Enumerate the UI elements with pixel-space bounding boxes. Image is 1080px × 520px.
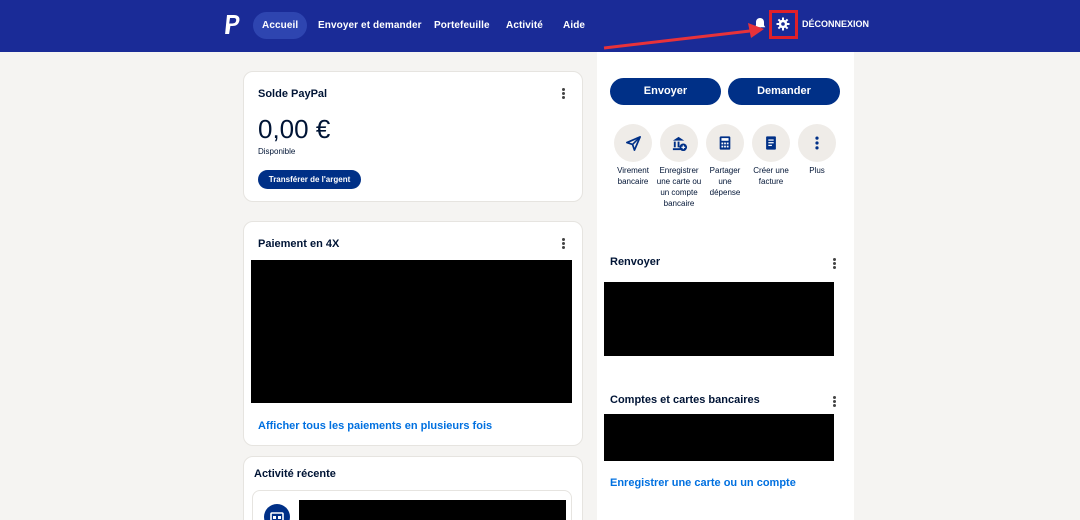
more-icon xyxy=(798,124,836,162)
action-label: Créer une facture xyxy=(753,166,789,186)
action-create-invoice[interactable]: Créer une facture xyxy=(748,124,794,187)
nav-activite[interactable]: Activité xyxy=(506,12,543,39)
card-title: Activité récente xyxy=(254,468,336,480)
invoice-icon xyxy=(752,124,790,162)
action-label: Enregistrer une carte ou un compte banca… xyxy=(656,166,702,208)
balance-amount: 0,00 € xyxy=(258,114,331,144)
action-label: Partager une dépense xyxy=(709,166,741,197)
calculator-icon xyxy=(706,124,744,162)
action-split-expense[interactable]: Partager une dépense xyxy=(702,124,748,198)
annotation-arrow xyxy=(603,23,764,50)
activity-item[interactable] xyxy=(252,490,572,520)
action-label: Plus xyxy=(809,166,825,175)
redacted-content xyxy=(604,282,834,356)
action-add-bank[interactable]: Enregistrer une carte ou un compte banca… xyxy=(656,124,702,209)
action-more[interactable]: Plus xyxy=(794,124,840,176)
card-title: Solde PayPal xyxy=(258,88,328,100)
redacted-content xyxy=(251,260,572,403)
logout-link[interactable]: DÉCONNEXION xyxy=(802,19,869,29)
request-button[interactable]: Demander xyxy=(728,78,840,105)
transfer-money-button[interactable]: Transférer de l'argent xyxy=(258,170,361,189)
resend-title: Renvoyer xyxy=(610,256,661,268)
nav-accueil[interactable]: Accueil xyxy=(253,12,308,39)
more-options-icon[interactable] xyxy=(562,87,565,100)
accounts-title: Comptes et cartes bancaires xyxy=(610,394,760,406)
store-icon xyxy=(264,504,290,520)
nav-envoyer-demander[interactable]: Envoyer et demander xyxy=(318,12,422,39)
nav-aide[interactable]: Aide xyxy=(563,12,585,39)
settings-highlight xyxy=(769,10,798,39)
send-arrow-icon xyxy=(614,124,652,162)
nav-portefeuille[interactable]: Portefeuille xyxy=(434,12,490,39)
more-options-icon[interactable] xyxy=(562,237,565,250)
installments-card: Paiement en 4X Afficher tous les paiemen… xyxy=(243,221,583,446)
redacted-content xyxy=(604,414,834,461)
more-options-icon[interactable] xyxy=(833,257,836,270)
send-button[interactable]: Envoyer xyxy=(610,78,721,105)
redacted-content xyxy=(299,500,566,520)
top-navigation-bar: Accueil Envoyer et demander Portefeuille… xyxy=(0,0,1080,52)
balance-card: Solde PayPal 0,00 € Disponible Transfére… xyxy=(243,71,583,202)
card-title: Paiement en 4X xyxy=(258,238,340,250)
action-bank-transfer[interactable]: Virement bancaire xyxy=(610,124,656,187)
add-card-account-link[interactable]: Enregistrer une carte ou un compte xyxy=(610,477,796,489)
action-label: Virement bancaire xyxy=(617,166,649,186)
paypal-logo[interactable] xyxy=(223,14,241,36)
view-all-installments-link[interactable]: Afficher tous les paiements en plusieurs… xyxy=(258,420,492,432)
bank-add-icon xyxy=(660,124,698,162)
recent-activity-card: Activité récente xyxy=(243,456,583,520)
more-options-icon[interactable] xyxy=(833,395,836,408)
balance-subtitle: Disponible xyxy=(258,147,296,156)
